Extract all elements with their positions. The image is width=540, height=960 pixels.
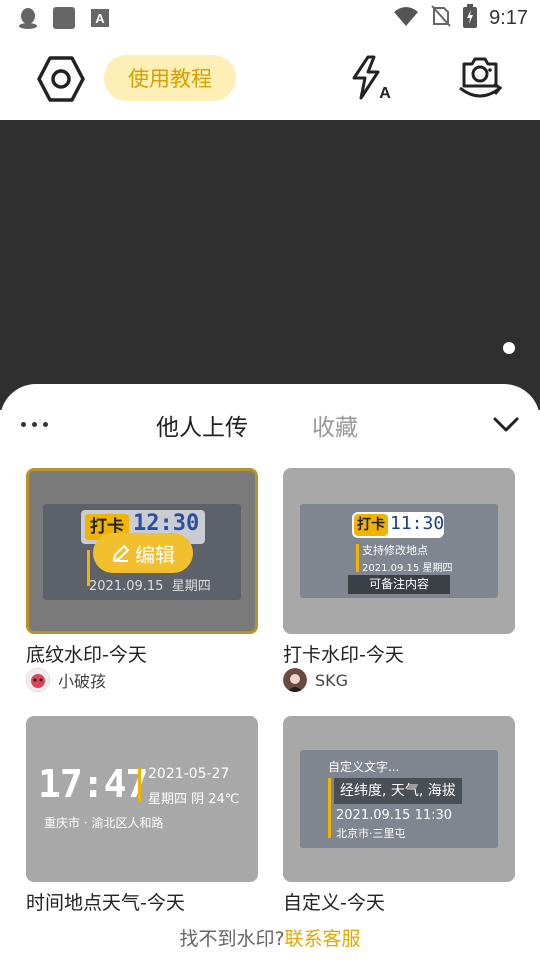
help-question: 找不到水印? <box>179 928 285 950</box>
card-title: 时间地点天气-今天 <box>26 892 185 914</box>
more-button[interactable] <box>20 414 50 434</box>
status-time: 9:17 <box>489 6 528 29</box>
watermark-preview: 自定义文字... 经纬度, 天气, 海拔 2021.09.15 11:30 北京… <box>300 750 498 848</box>
preview-date: 2021.09.15 星期四 <box>362 563 453 574</box>
page-indicator-dot <box>503 342 515 354</box>
qq-icon <box>18 7 38 33</box>
avatar <box>26 668 50 692</box>
preview-note: 可备注内容 <box>348 575 450 594</box>
card-title: 底纹水印-今天 <box>26 644 147 666</box>
settings-button[interactable] <box>36 54 86 104</box>
preview-bar <box>328 778 331 838</box>
watermark-card-custom[interactable]: 自定义文字... 经纬度, 天气, 海拔 2021.09.15 11:30 北京… <box>283 716 515 882</box>
preview-time: 11:30 <box>390 513 445 534</box>
wifi-icon <box>393 5 419 31</box>
preview-location: 北京市·三里屯 <box>336 827 406 840</box>
preview-highlight: 经纬度, 天气, 海拔 <box>334 778 462 804</box>
avatar <box>283 668 307 692</box>
card-author[interactable]: 小破孩 <box>26 668 106 692</box>
more-dot <box>32 422 37 427</box>
chevron-down-icon <box>493 417 519 432</box>
edit-button[interactable]: 编辑 <box>93 533 193 573</box>
watermark-card-weather[interactable]: 17:47 2021-05-27 星期四 阴 24℃ 重庆市 · 渝北区人和路 <box>26 716 258 882</box>
tab-favorites[interactable]: 收藏 <box>312 408 358 442</box>
text-a-icon: A <box>90 8 110 32</box>
preview-location: 重庆市 · 渝北区人和路 <box>44 816 164 830</box>
switch-camera-button[interactable] <box>454 52 506 104</box>
preview-line1: 支持修改地点 <box>362 544 428 557</box>
contact-support-link[interactable]: 联系客服 <box>285 928 361 950</box>
more-dot <box>43 422 48 427</box>
tab-others-upload[interactable]: 他人上传 <box>156 408 248 442</box>
more-dot <box>21 422 26 427</box>
preview-badge: 打卡 <box>354 514 388 536</box>
edit-label: 编辑 <box>135 542 175 567</box>
collapse-button[interactable] <box>492 412 520 436</box>
watermark-card-texture[interactable]: 打卡 12:30 2021.09.15 星期四 编辑 <box>26 468 258 634</box>
author-name: 小破孩 <box>58 672 107 691</box>
status-bar: A 9:17 <box>0 0 540 36</box>
preview-bar <box>356 544 359 572</box>
watermark-card-checkin[interactable]: 打卡 11:30 支持修改地点 2021.09.15 星期四 可备注内容 <box>283 468 515 634</box>
flash-auto-icon: A <box>352 55 391 102</box>
preview-info: 星期四 阴 24℃ <box>148 792 240 807</box>
pencil-icon <box>112 544 130 562</box>
author-name: SKG <box>315 670 349 690</box>
preview-date: 2021.09.15 星期四 <box>89 579 211 594</box>
preview-header: 自定义文字... <box>328 760 400 774</box>
flash-auto-button[interactable]: A <box>348 54 396 102</box>
top-toolbar: 使用教程 A <box>0 36 540 120</box>
card-title: 打卡水印-今天 <box>283 644 404 666</box>
preview-datetime: 2021.09.15 11:30 <box>336 808 453 823</box>
settings-hex-icon <box>37 56 85 102</box>
camera-preview[interactable] <box>0 120 540 410</box>
svg-text:A: A <box>379 85 391 102</box>
card-author[interactable]: SKG <box>283 668 348 692</box>
app-square-icon <box>52 6 76 34</box>
preview-bar <box>138 768 141 802</box>
battery-charging-icon <box>463 4 478 32</box>
card-title: 自定义-今天 <box>283 892 385 914</box>
no-sim-icon <box>431 5 451 31</box>
switch-camera-icon <box>459 57 503 98</box>
preview-time: 17:47 <box>38 762 148 806</box>
help-footer: 找不到水印?联系客服 <box>0 924 540 951</box>
svg-text:A: A <box>95 11 105 26</box>
preview-date: 2021-05-27 <box>148 766 230 782</box>
watermark-preview: 打卡 11:30 支持修改地点 2021.09.15 星期四 可备注内容 <box>300 504 498 598</box>
tutorial-button[interactable]: 使用教程 <box>104 55 236 101</box>
